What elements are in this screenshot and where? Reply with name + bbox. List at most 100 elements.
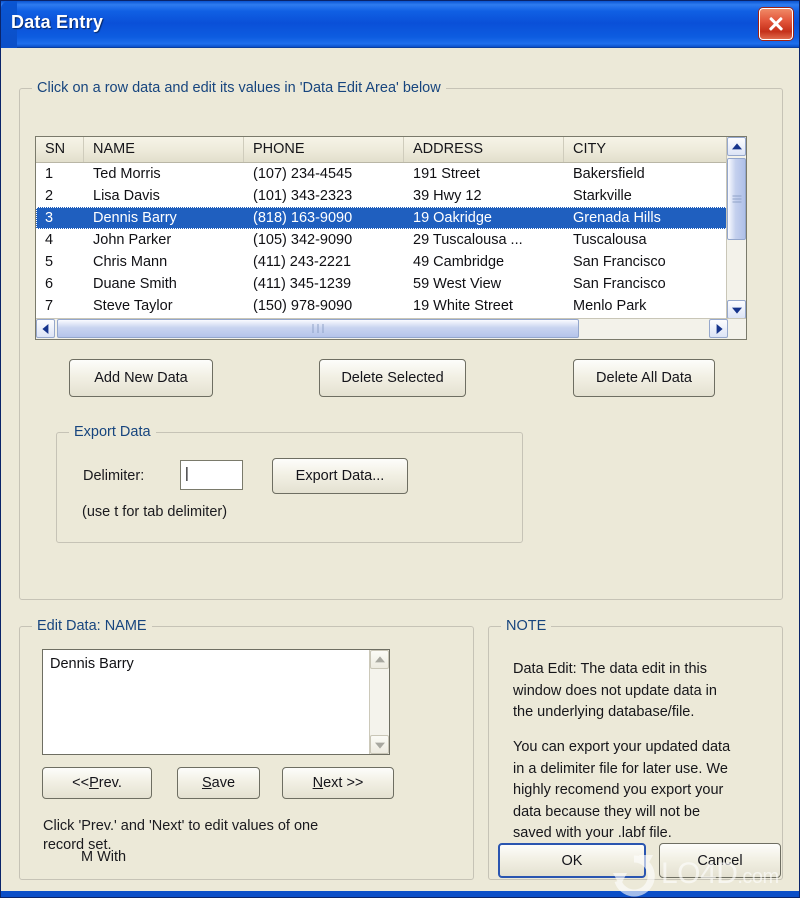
export-data-group: Export Data Delimiter: | Export Data... …	[56, 424, 523, 543]
cell-phone: (150) 978-9090	[253, 298, 353, 314]
cell-city: San Francisco	[573, 276, 666, 292]
cell-city: Menlo Park	[573, 298, 647, 314]
table-row[interactable]: 1 Ted Morris (107) 234-4545 191 Street Baker…	[36, 163, 746, 185]
cell-sn: 4	[45, 232, 54, 248]
cell-name: Ted Morris	[93, 166, 161, 182]
cell-name: Dennis Barry	[93, 210, 177, 226]
note-group-legend: NOTE	[501, 618, 552, 634]
cell-phone: (411) 345-1239	[253, 276, 352, 292]
data-table[interactable]: SN NAME PHONE ADDRESS CITY 1 Ted Morris (1…	[35, 136, 747, 340]
table-vscroll-thumb[interactable]	[727, 158, 746, 240]
table-row[interactable]: 6 Duane Smith (411) 345-1239 59 West View Sa…	[36, 273, 746, 295]
cell-address: 29 Tuscalousa ...	[413, 232, 523, 248]
column-header-sn[interactable]: SN	[36, 137, 84, 162]
delimiter-input[interactable]: |	[180, 460, 243, 490]
next-record-button[interactable]: Next >>	[282, 767, 394, 799]
table-horizontal-scrollbar[interactable]	[36, 318, 746, 339]
cell-address: 59 West View	[413, 276, 502, 292]
note-group: NOTE Data Edit: The data edit in this wi…	[488, 618, 783, 880]
export-data-button[interactable]: Export Data...	[272, 458, 408, 494]
table-vertical-scrollbar[interactable]	[726, 137, 746, 319]
save-record-button[interactable]: Save	[177, 767, 260, 799]
edit-value-text: Dennis Barry	[50, 656, 134, 672]
next-button-suffix: ext >>	[323, 775, 364, 791]
cell-city: Tuscalousa	[573, 232, 647, 248]
prev-button-mnemonic: P	[89, 775, 99, 791]
cancel-button[interactable]: Cancel	[659, 843, 781, 878]
cell-phone: (101) 343-2323	[253, 188, 353, 204]
table-row[interactable]: 4 John Parker (105) 342-9090 29 Tuscalousa …	[36, 229, 746, 251]
table-row[interactable]: 5 Chris Mann (411) 243-2221 49 Cambridge San…	[36, 251, 746, 273]
add-new-data-button[interactable]: Add New Data	[69, 359, 213, 397]
chevron-down-glyph	[374, 742, 385, 749]
table-row[interactable]: 2 Lisa Davis (101) 343-2323 39 Hwy 12 Starkv…	[36, 185, 746, 207]
cell-phone: (107) 234-4545	[253, 166, 353, 182]
cell-city: Grenada Hills	[573, 210, 661, 226]
table-row[interactable]: 7 Steve Taylor (150) 978-9090 19 White Stre…	[36, 295, 746, 317]
scroll-grip	[732, 194, 741, 205]
column-header-phone[interactable]: PHONE	[244, 137, 404, 162]
chevron-up-icon[interactable]	[727, 137, 746, 156]
chevron-left-glyph	[41, 323, 48, 334]
note-paragraph-2: You can export your updated data in a de…	[513, 739, 731, 841]
edit-data-group-legend: Edit Data: NAME	[32, 618, 152, 634]
column-header-name[interactable]: NAME	[84, 137, 244, 162]
status-text: M With	[81, 849, 127, 865]
prev-record-button[interactable]: << Prev.	[42, 767, 152, 799]
cell-address: 19 White Street	[413, 298, 513, 314]
table-row[interactable]: 3 Dennis Barry (818) 163-9090 19 Oakridge Gr…	[36, 207, 746, 229]
cell-sn: 1	[45, 166, 54, 182]
delimiter-hint: (use t for tab delimiter)	[82, 504, 228, 520]
export-data-group-legend: Export Data	[69, 424, 156, 440]
edit-textarea-scrollbar[interactable]	[369, 650, 389, 754]
cell-address: 191 Street	[413, 166, 480, 182]
cell-sn: 7	[45, 298, 54, 314]
cell-sn: 2	[45, 188, 54, 204]
ok-button[interactable]: OK	[498, 843, 646, 878]
chevron-down-icon[interactable]	[727, 300, 746, 319]
cell-address: 39 Hwy 12	[413, 188, 482, 204]
cell-phone: (818) 163-9090	[253, 210, 353, 226]
edit-value-textarea[interactable]: Dennis Barry	[42, 649, 390, 755]
chevron-right-icon[interactable]	[709, 319, 728, 338]
cell-sn: 5	[45, 254, 54, 270]
next-button-mnemonic: N	[312, 775, 324, 791]
table-header-row: SN NAME PHONE ADDRESS CITY	[36, 137, 746, 163]
delimiter-label: Delimiter:	[83, 468, 145, 484]
cell-name: Steve Taylor	[93, 298, 173, 314]
data-list-group-legend: Click on a row data and edit its values …	[32, 80, 446, 96]
cell-phone: (411) 243-2221	[253, 254, 352, 270]
save-button-mnemonic: S	[201, 775, 212, 791]
data-entry-dialog: Data Entry Click on a row data and edit …	[0, 0, 800, 898]
cell-city: Bakersfield	[573, 166, 645, 182]
cell-name: John Parker	[93, 232, 172, 248]
delete-selected-button[interactable]: Delete Selected	[319, 359, 466, 397]
delete-all-data-button[interactable]: Delete All Data	[573, 359, 715, 397]
cell-name: Duane Smith	[93, 276, 177, 292]
table-body: 1 Ted Morris (107) 234-4545 191 Street Baker…	[36, 163, 746, 339]
title-bar: Data Entry	[1, 1, 799, 48]
chevron-down-icon[interactable]	[370, 735, 389, 754]
cell-sn: 6	[45, 276, 54, 292]
chevron-up-icon[interactable]	[370, 650, 389, 669]
chevron-up-glyph	[374, 655, 385, 662]
close-icon[interactable]	[759, 8, 793, 40]
column-header-city[interactable]: CITY	[564, 137, 727, 162]
cell-address: 49 Cambridge	[413, 254, 505, 270]
cell-phone: (105) 342-9090	[253, 232, 353, 248]
save-button-suffix: ave	[211, 775, 236, 791]
scroll-grip	[311, 320, 326, 338]
cell-city: San Francisco	[573, 254, 666, 270]
table-hscroll-thumb[interactable]	[57, 319, 579, 338]
window-bottom-edge	[1, 891, 799, 897]
chevron-right-glyph	[716, 323, 723, 334]
column-header-address[interactable]: ADDRESS	[404, 137, 564, 162]
edit-data-group: Edit Data: NAME Dennis Barry << Prev. Sa…	[19, 618, 474, 880]
dialog-client-area: Click on a row data and edit its values …	[1, 48, 799, 893]
cell-name: Lisa Davis	[93, 188, 160, 204]
cell-name: Chris Mann	[93, 254, 168, 270]
cell-sn: 3	[45, 210, 54, 226]
chevron-left-icon[interactable]	[36, 319, 55, 338]
cell-address: 19 Oakridge	[413, 210, 492, 226]
prev-button-suffix: rev.	[98, 775, 122, 791]
